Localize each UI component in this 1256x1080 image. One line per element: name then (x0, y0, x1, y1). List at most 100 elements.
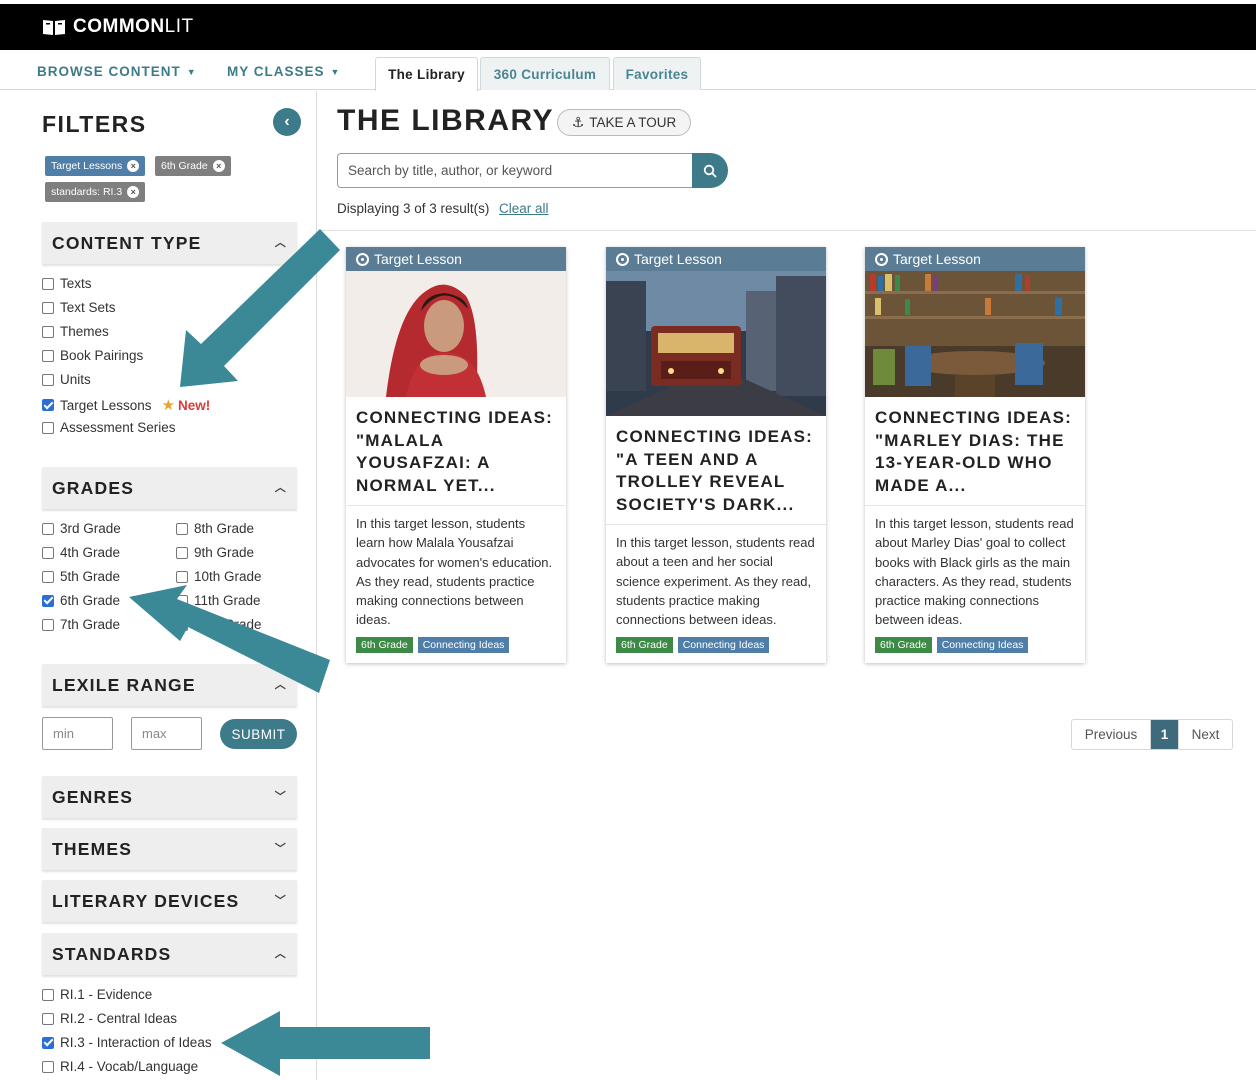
tab-favorites[interactable]: Favorites (613, 57, 701, 90)
card-image-portrait[interactable] (346, 271, 566, 397)
checkbox-box[interactable] (42, 277, 54, 290)
checkbox-box[interactable] (42, 1036, 54, 1049)
lexile-max-input[interactable]: max (131, 717, 202, 750)
checkbox-themes[interactable]: Themes (42, 324, 109, 339)
checkbox-box[interactable] (42, 421, 54, 434)
checkbox-ri2[interactable]: RI.2 - Central Ideas (42, 1011, 177, 1026)
checkbox-7th-grade[interactable]: 7th Grade (42, 617, 120, 632)
checkbox-box[interactable] (176, 522, 188, 535)
commonlit-logo[interactable]: COMMON LIT (42, 16, 194, 38)
checkbox-box[interactable] (42, 570, 54, 583)
lesson-card-marley[interactable]: Target Lesson CONNECTING IDEAS: "MARLEY … (865, 247, 1085, 663)
chevron-down-icon: ﹀ (274, 895, 287, 907)
genres-header[interactable]: GENRES ﹀ (42, 776, 297, 818)
card-title[interactable]: CONNECTING IDEAS: "MALALA YOUSAFZAI: A N… (346, 397, 566, 506)
checkbox-box[interactable] (42, 349, 54, 362)
checkbox-box[interactable] (42, 1060, 54, 1073)
card-title[interactable]: CONNECTING IDEAS: "MARLEY DIAS: THE 13-Y… (865, 397, 1085, 506)
checkbox-box[interactable] (42, 325, 54, 338)
checkbox-box[interactable] (42, 1012, 54, 1025)
checkbox-box[interactable] (42, 301, 54, 314)
tag-skill[interactable]: Connecting Ideas (936, 637, 1029, 653)
themes-header[interactable]: THEMES ﹀ (42, 828, 297, 870)
content-type-header[interactable]: CONTENT TYPE ︿ (42, 222, 297, 264)
tag-grade[interactable]: 6th Grade (875, 637, 932, 653)
browse-content-menu[interactable]: BROWSE CONTENT ▼ (37, 64, 197, 79)
standards-header[interactable]: STANDARDS ︿ (42, 933, 297, 975)
tag-skill[interactable]: Connecting Ideas (417, 637, 510, 653)
divider (318, 230, 1256, 231)
close-icon[interactable]: × (212, 160, 225, 172)
checkbox-10th-grade[interactable]: 10th Grade (176, 569, 262, 584)
checkbox-units[interactable]: Units (42, 372, 91, 387)
lexile-range-header[interactable]: LEXILE RANGE ︿ (42, 664, 297, 706)
filter-chip-6th-grade[interactable]: 6th Grade × (155, 156, 231, 176)
tab-360-curriculum[interactable]: 360 Curriculum (480, 57, 610, 90)
lexile-min-input[interactable]: min (42, 717, 113, 750)
close-icon[interactable]: × (127, 160, 140, 172)
checkbox-assessment-series[interactable]: Assessment Series (42, 420, 176, 435)
star-icon: ★ (161, 397, 176, 414)
lesson-card-malala[interactable]: Target Lesson CONNECTING IDEAS: "MALALA … (346, 247, 566, 663)
checkbox-11th-grade[interactable]: 11th Grade (176, 593, 261, 608)
checkbox-6th-grade[interactable]: 6th Grade (42, 593, 120, 608)
checkbox-target-lessons[interactable]: Target Lessons ★ New! (42, 396, 210, 414)
checkbox-box[interactable] (42, 546, 54, 559)
checkbox-label: 3rd Grade (60, 521, 121, 536)
checkbox-label: Text Sets (60, 300, 116, 315)
tag-skill[interactable]: Connecting Ideas (677, 637, 770, 653)
previous-page-button[interactable]: Previous (1072, 720, 1151, 749)
search-input[interactable]: Search by title, author, or keyword (337, 153, 692, 188)
search-button[interactable] (692, 153, 728, 188)
next-page-button[interactable]: Next (1178, 720, 1232, 749)
grades-header[interactable]: GRADES ︿ (42, 467, 297, 509)
checkbox-label: 9th Grade (194, 545, 255, 560)
checkbox-box[interactable] (176, 546, 188, 559)
card-description: In this target lesson, students read abo… (616, 535, 815, 628)
filter-chip-target-lessons[interactable]: Target Lessons × (45, 156, 146, 176)
card-title[interactable]: CONNECTING IDEAS: "A TEEN AND A TROLLEY … (606, 416, 826, 525)
checkbox-5th-grade[interactable]: 5th Grade (42, 569, 120, 584)
lexile-submit-button[interactable]: SUBMIT (220, 719, 297, 749)
checkbox-box[interactable] (42, 399, 54, 411)
current-page[interactable]: 1 (1151, 720, 1178, 749)
clear-all-link[interactable]: Clear all (499, 201, 549, 216)
lesson-card-trolley[interactable]: Target Lesson CONNECTING IDEAS: "A TEEN … (606, 247, 826, 663)
checkbox-box[interactable] (176, 570, 188, 583)
checkbox-3rd-grade[interactable]: 3rd Grade (42, 521, 121, 536)
checkbox-4th-grade[interactable]: 4th Grade (42, 545, 120, 560)
checkbox-box[interactable] (42, 618, 54, 631)
checkbox-box[interactable] (176, 618, 188, 631)
banner-label: Target Lesson (893, 251, 981, 267)
close-icon[interactable]: × (127, 186, 140, 198)
checkbox-label: RI.3 - Interaction of Ideas (60, 1035, 212, 1050)
checkbox-12th-grade[interactable]: 12th Grade (176, 617, 262, 632)
checkbox-box[interactable] (42, 594, 54, 607)
literary-devices-header[interactable]: LITERARY DEVICES ﹀ (42, 880, 297, 922)
checkbox-ri4[interactable]: RI.4 - Vocab/Language (42, 1059, 198, 1074)
tag-grade[interactable]: 6th Grade (616, 637, 673, 653)
take-a-tour-button[interactable]: ⚓ TAKE A TOUR (557, 109, 691, 136)
checkbox-9th-grade[interactable]: 9th Grade (176, 545, 254, 560)
checkbox-box[interactable] (42, 373, 54, 386)
checkbox-8th-grade[interactable]: 8th Grade (176, 521, 254, 536)
filters-sidebar: FILTERS ‹ Target Lessons × 6th Grade × sta… (0, 91, 317, 1080)
checkbox-text-sets[interactable]: Text Sets (42, 300, 116, 315)
checkbox-ri3[interactable]: RI.3 - Interaction of Ideas (42, 1035, 212, 1050)
card-image-library[interactable] (865, 271, 1085, 397)
checkbox-texts[interactable]: Texts (42, 276, 92, 291)
chevron-down-icon: ﹀ (274, 791, 287, 803)
filter-chip-standards[interactable]: standards: RI.3 × (45, 182, 146, 202)
checkbox-book-pairings[interactable]: Book Pairings (42, 348, 143, 363)
checkbox-box[interactable] (42, 988, 54, 1001)
checkbox-box[interactable] (42, 522, 54, 535)
results-count: Displaying 3 of 3 result(s) (337, 201, 490, 216)
collapse-sidebar-button[interactable]: ‹ (273, 108, 301, 136)
checkbox-box[interactable] (176, 594, 188, 607)
tag-grade[interactable]: 6th Grade (356, 637, 413, 653)
card-image-trolley[interactable] (606, 271, 826, 416)
my-classes-menu[interactable]: MY CLASSES ▼ (227, 64, 340, 79)
new-label: New! (178, 397, 211, 413)
checkbox-ri1[interactable]: RI.1 - Evidence (42, 987, 152, 1002)
tab-the-library[interactable]: The Library (375, 57, 478, 91)
